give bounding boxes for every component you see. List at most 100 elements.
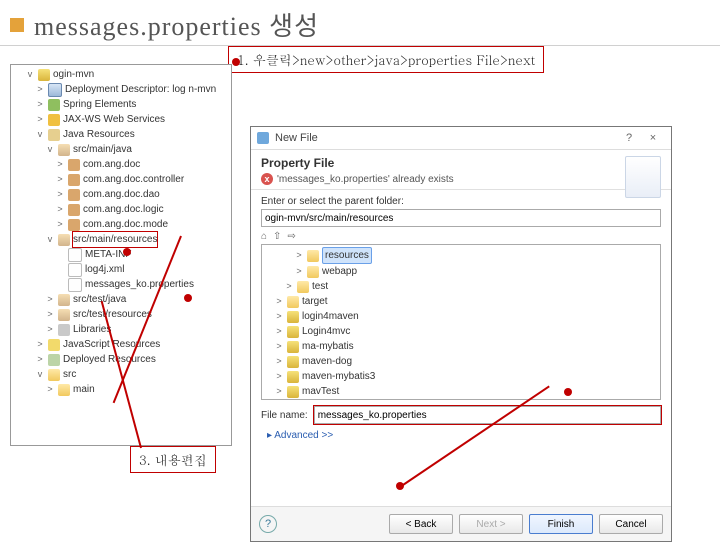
tree-row[interactable]: vJava Resources — [13, 127, 229, 142]
node-label: Deployed Resources — [63, 352, 156, 367]
tree-row[interactable]: v ogin-mvn — [13, 67, 229, 82]
disclosure-icon[interactable]: > — [35, 112, 45, 127]
disclosure-icon[interactable]: > — [274, 369, 284, 384]
tree-row[interactable]: > Deployed Resources — [13, 352, 229, 367]
node-label: src/main/java — [73, 142, 132, 157]
filename-input[interactable] — [314, 406, 661, 424]
callout-step3: 3. 내용편집 — [130, 446, 216, 473]
list-item[interactable]: >meberJSP — [264, 399, 658, 400]
node-icon — [58, 384, 70, 396]
folder-nav-toolbar: ⌂ ⇧ ⇨ — [261, 231, 661, 242]
list-item[interactable]: >maven-dog — [264, 354, 658, 369]
dialog-titlebar: New File ? × — [251, 127, 671, 150]
node-icon — [58, 324, 70, 336]
disclosure-icon[interactable]: v — [45, 232, 55, 247]
node-label: Deployment Descriptor: log n-mvn — [65, 82, 216, 97]
disclosure-icon[interactable]: > — [274, 339, 284, 354]
node-icon — [68, 174, 80, 186]
tree-row[interactable]: > com.ang.doc.controller — [13, 172, 229, 187]
node-label: ma-mybatis — [302, 339, 354, 354]
node-icon — [48, 129, 60, 141]
disclosure-icon[interactable]: > — [274, 309, 284, 324]
node-label: Libraries — [73, 322, 111, 337]
list-item[interactable]: >test — [264, 279, 658, 294]
tree-row[interactable]: > Deployment Descriptor: log n-mvn — [13, 82, 229, 97]
tree-row[interactable]: >com.ang.doc — [13, 157, 229, 172]
tree-row[interactable]: >com.ang.doc.logic — [13, 202, 229, 217]
disclosure-icon[interactable]: > — [45, 322, 55, 337]
node-icon — [68, 263, 82, 277]
tree-row[interactable]: META-INF — [13, 247, 229, 262]
list-item[interactable]: >resources — [264, 247, 658, 264]
tree-row[interactable]: >Spring Elements — [13, 97, 229, 112]
disclosure-icon[interactable]: > — [55, 187, 65, 202]
node-label: com.ang.doc.dao — [83, 187, 160, 202]
help-icon[interactable]: ? — [259, 515, 277, 533]
disclosure-icon[interactable]: > — [45, 292, 55, 307]
disclosure-icon[interactable]: > — [274, 399, 284, 400]
node-icon — [48, 369, 60, 381]
cancel-button[interactable]: Cancel — [599, 514, 663, 534]
tree-row[interactable]: > src/test/java — [13, 292, 229, 307]
disclosure-icon[interactable]: > — [35, 97, 45, 112]
disclosure-icon[interactable]: > — [45, 382, 55, 397]
disclosure-icon[interactable]: > — [55, 172, 65, 187]
project-explorer-panel: v ogin-mvn > Deployment Descriptor: log n-m… — [10, 64, 232, 446]
finish-button[interactable]: Finish — [529, 514, 593, 534]
tree-row[interactable]: messages_ko.properties — [13, 277, 229, 292]
node-icon — [48, 354, 60, 366]
parent-folder-list[interactable]: >resources>webapp>test>target>login4mave… — [261, 244, 661, 400]
up-arrow-icon[interactable]: ⇧ — [273, 231, 281, 242]
disclosure-icon[interactable]: > — [294, 264, 304, 279]
callout-step1: 1. 우클릭>new>other>java>properties File>ne… — [228, 46, 544, 73]
disclosure-icon[interactable]: > — [55, 202, 65, 217]
disclosure-icon[interactable]: > — [45, 307, 55, 322]
disclosure-icon[interactable]: v — [35, 127, 45, 142]
disclosure-icon[interactable]: > — [274, 294, 284, 309]
node-label: log4j.xml — [85, 262, 124, 277]
tree-row[interactable]: >com.ang.doc.mode — [13, 217, 229, 232]
disclosure-icon[interactable]: > — [274, 354, 284, 369]
list-item[interactable]: >mavTest — [264, 384, 658, 399]
next-button[interactable]: Next > — [459, 514, 523, 534]
tree-row[interactable]: > Libraries — [13, 322, 229, 337]
list-item[interactable]: >webapp — [264, 264, 658, 279]
list-item[interactable]: >target — [264, 294, 658, 309]
disclosure-icon[interactable]: > — [274, 384, 284, 399]
project-tree[interactable]: v ogin-mvn > Deployment Descriptor: log n-m… — [11, 65, 231, 399]
disclosure-icon[interactable]: > — [35, 82, 45, 97]
parent-folder-input[interactable] — [261, 209, 661, 227]
window-close-icon[interactable]: × — [641, 132, 665, 144]
list-item[interactable]: >Login4mvc — [264, 324, 658, 339]
tree-row[interactable]: log4j.xml — [13, 262, 229, 277]
callout-step1-target-dot — [123, 248, 131, 256]
node-icon — [287, 371, 299, 383]
disclosure-icon[interactable]: > — [35, 337, 45, 352]
tree-row[interactable]: v src/main/java — [13, 142, 229, 157]
disclosure-icon[interactable]: > — [55, 217, 65, 232]
forward-arrow-icon[interactable]: ⇨ — [287, 231, 295, 242]
home-icon[interactable]: ⌂ — [261, 231, 267, 242]
node-label: ogin-mvn — [53, 67, 94, 82]
back-button[interactable]: < Back — [389, 514, 453, 534]
list-item[interactable]: >login4maven — [264, 309, 658, 324]
tree-row[interactable]: vsrc/main/resources — [13, 232, 229, 247]
list-item[interactable]: > ma-mybatis — [264, 339, 658, 354]
disclosure-icon[interactable]: > — [274, 324, 284, 339]
disclosure-icon[interactable]: > — [55, 157, 65, 172]
disclosure-icon[interactable]: v — [35, 367, 45, 382]
node-label: src/test/java — [73, 292, 126, 307]
disclosure-icon[interactable]: v — [25, 67, 35, 82]
tree-row[interactable]: > com.ang.doc.dao — [13, 187, 229, 202]
tree-row[interactable]: >JAX-WS Web Services — [13, 112, 229, 127]
disclosure-icon[interactable]: > — [284, 279, 294, 294]
advanced-link[interactable]: ▸ Advanced >> — [267, 430, 333, 441]
node-label: com.ang.doc.controller — [83, 172, 184, 187]
disclosure-icon[interactable]: > — [35, 352, 45, 367]
list-item[interactable]: >maven-mybatis3 — [264, 369, 658, 384]
window-help-icon[interactable]: ? — [617, 132, 641, 144]
disclosure-icon[interactable]: v — [45, 142, 55, 157]
tree-row[interactable]: >JavaScript Resources — [13, 337, 229, 352]
tree-row[interactable]: >src/test/resources — [13, 307, 229, 322]
disclosure-icon[interactable]: > — [294, 248, 304, 263]
